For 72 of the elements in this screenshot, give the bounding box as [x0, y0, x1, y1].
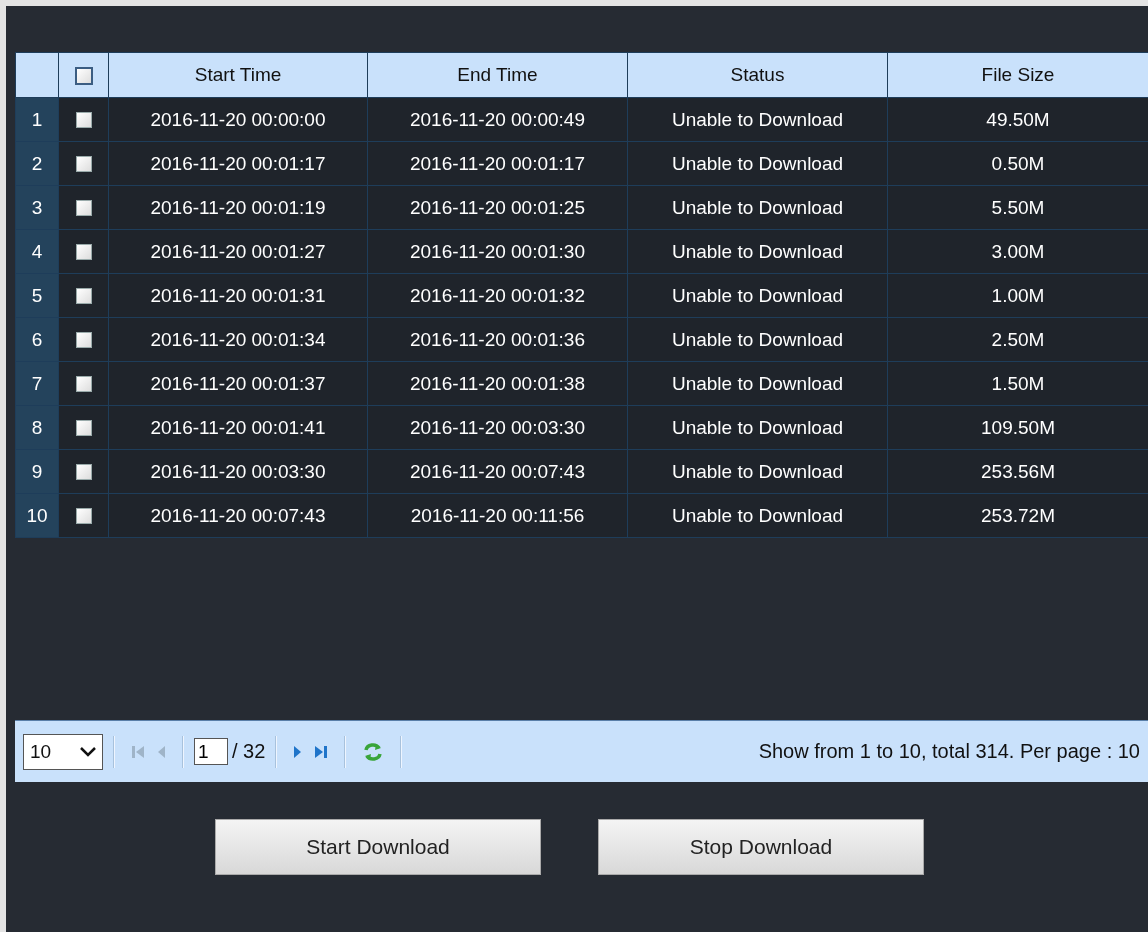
table-cell: 2016-11-20 00:01:25 — [367, 185, 628, 230]
table-cell: 2016-11-20 00:01:37 — [108, 361, 368, 406]
pagination-summary: Show from 1 to 10, total 314. Per page : 10 — [758, 740, 1140, 763]
column-header: Start Time — [108, 52, 368, 98]
row-number: 5 — [15, 273, 59, 318]
table-cell: 2016-11-20 00:01:17 — [108, 141, 368, 186]
column-header: Status — [627, 52, 888, 98]
checkbox[interactable] — [75, 200, 92, 217]
table-cell: 1.00M — [887, 273, 1148, 318]
checkbox[interactable] — [75, 244, 92, 261]
checkbox[interactable] — [75, 156, 92, 173]
table-cell: 253.56M — [887, 449, 1148, 494]
table-cell: 2016-11-20 00:01:30 — [367, 229, 628, 274]
row-number: 2 — [15, 141, 59, 186]
chevron-down-icon — [80, 746, 96, 757]
table-cell: 2016-11-20 00:11:56 — [367, 493, 628, 538]
checkbox[interactable] — [75, 420, 92, 437]
row-number: 9 — [15, 449, 59, 494]
table-cell: 2016-11-20 00:00:49 — [367, 97, 628, 142]
row-number: 7 — [15, 361, 59, 406]
table-cell: 0.50M — [887, 141, 1148, 186]
table-cell: 253.72M — [887, 493, 1148, 538]
checkbox[interactable] — [75, 464, 92, 481]
table-cell: 109.50M — [887, 405, 1148, 450]
table-cell: Unable to Download — [627, 405, 888, 450]
table-cell: Unable to Download — [627, 97, 888, 142]
table-cell: 2016-11-20 00:01:34 — [108, 317, 368, 362]
table-cell: Unable to Download — [627, 273, 888, 318]
table-cell: Unable to Download — [627, 361, 888, 406]
row-number: 1 — [15, 97, 59, 142]
table-cell: 49.50M — [887, 97, 1148, 142]
column-header: End Time — [367, 52, 628, 98]
table-cell: 2.50M — [887, 317, 1148, 362]
table-cell: 2016-11-20 00:01:32 — [367, 273, 628, 318]
row-number: 8 — [15, 405, 59, 450]
table-cell: Unable to Download — [627, 493, 888, 538]
download-button[interactable]: Stop Download — [598, 819, 924, 875]
table-cell: Unable to Download — [627, 317, 888, 362]
table-cell: 2016-11-20 00:01:36 — [367, 317, 628, 362]
checkbox[interactable] — [75, 112, 92, 129]
checkbox[interactable] — [74, 67, 93, 85]
table-cell: 2016-11-20 00:01:38 — [367, 361, 628, 406]
table-cell: 2016-11-20 00:01:31 — [108, 273, 368, 318]
checkbox[interactable] — [75, 376, 92, 393]
table-cell: 2016-11-20 00:07:43 — [367, 449, 628, 494]
column-header: File Size — [887, 52, 1148, 98]
table-cell: 1.50M — [887, 361, 1148, 406]
table-cell: 2016-11-20 00:01:27 — [108, 229, 368, 274]
table-cell: Unable to Download — [627, 141, 888, 186]
table-cell: 2016-11-20 00:01:41 — [108, 405, 368, 450]
table-cell: Unable to Download — [627, 185, 888, 230]
page-number-field[interactable]: 1 — [194, 738, 228, 765]
table-cell: 2016-11-20 00:03:30 — [108, 449, 368, 494]
table-cell: 5.50M — [887, 185, 1148, 230]
table-cell: 3.00M — [887, 229, 1148, 274]
table-cell: Unable to Download — [627, 449, 888, 494]
checkbox[interactable] — [75, 508, 92, 525]
table-cell: 2016-11-20 00:01:19 — [108, 185, 368, 230]
page-count: / 32 — [232, 740, 266, 763]
row-number: 10 — [15, 493, 59, 538]
checkbox[interactable] — [75, 332, 92, 349]
table-cell: 2016-11-20 00:03:30 — [367, 405, 628, 450]
table-cell: 2016-11-20 00:00:00 — [108, 97, 368, 142]
table-cell: 2016-11-20 00:07:43 — [108, 493, 368, 538]
row-number: 4 — [15, 229, 59, 274]
table-cell: 2016-11-20 00:01:17 — [367, 141, 628, 186]
table-cell: Unable to Download — [627, 229, 888, 274]
download-button[interactable]: Start Download — [215, 819, 541, 875]
page-size-dropdown[interactable]: 10 — [23, 733, 103, 770]
checkbox[interactable] — [75, 288, 92, 305]
row-number: 3 — [15, 185, 59, 230]
row-number: 6 — [15, 317, 59, 362]
